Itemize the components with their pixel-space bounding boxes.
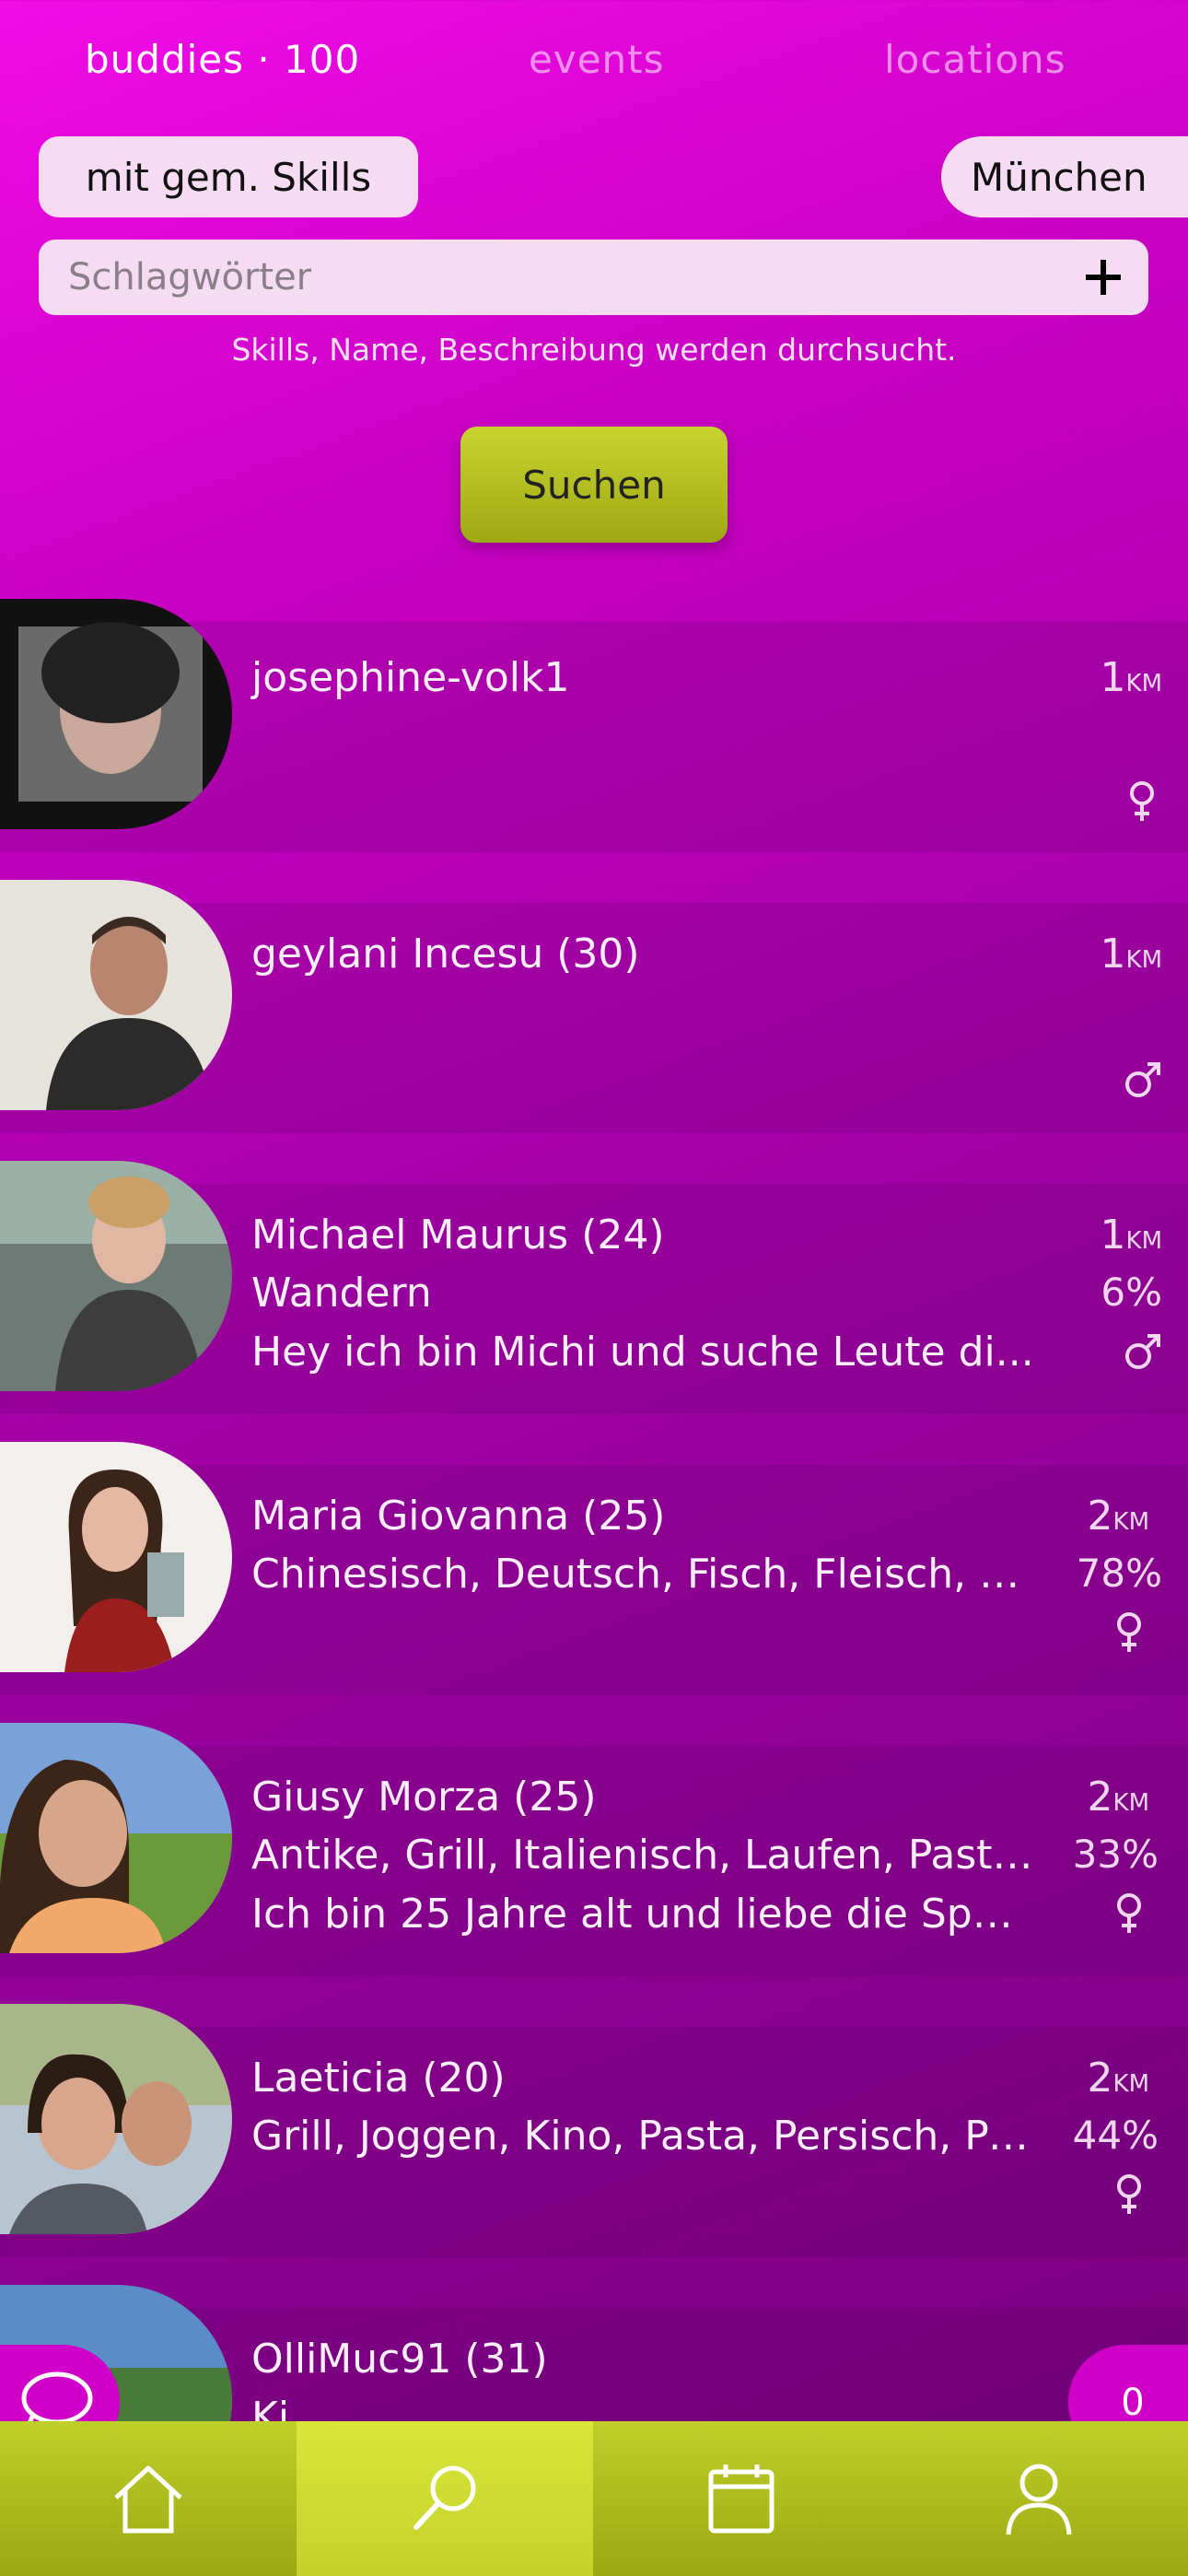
buddy-match: 6% [1101,1270,1162,1315]
nav-home[interactable] [0,2421,297,2576]
avatar [0,880,232,1110]
buddy-distance: 1KM [1100,654,1162,701]
buddy-name: Michael Maurus (24) [251,1212,665,1259]
tab-buddies[interactable]: buddies · 100 [85,37,360,82]
home-icon [114,2465,182,2534]
avatar [0,1442,232,1672]
search-hint: Skills, Name, Beschreibung werden durchs… [231,332,957,368]
list-item[interactable]: Laeticia (20) Grill, Joggen, Kino, Pasta… [0,2004,1188,2257]
top-tabs: buddies · 100 events locations [0,37,1188,101]
search-box [39,240,1148,315]
city-filter-button[interactable]: München [941,136,1188,217]
buddy-distance: 2KM [1087,1493,1149,1540]
female-icon [1117,2174,1141,2214]
buddy-skills: Grill, Joggen, Kino, Pasta, Persisch, Pi… [251,2113,1034,2160]
buddy-match: 78% [1076,1551,1162,1596]
plus-icon[interactable] [1075,249,1132,306]
buddy-name: OlliMuc91 (31) [251,2336,548,2383]
buddy-match: 33% [1072,1832,1159,1877]
buddy-description: Ich bin 25 Jahre alt und liebe die Spa..… [251,1891,1034,1938]
buddy-name: Maria Giovanna (25) [251,1493,666,1540]
avatar [0,2004,232,2234]
nav-search[interactable] [297,2421,593,2576]
avatar [0,1161,232,1391]
list-item[interactable]: geylani Incesu (30) 1KM [0,880,1188,1133]
buddy-distance: 2KM [1087,1774,1149,1821]
search-button[interactable]: Suchen [460,427,728,543]
male-icon [1125,1334,1160,1369]
list-item[interactable]: Michael Maurus (24) Wandern Hey ich bin … [0,1161,1188,1414]
buddy-skills: Wandern [251,1270,432,1317]
list-item[interactable]: Giusy Morza (25) Antike, Grill, Italieni… [0,1723,1188,1976]
tab-locations[interactable]: locations [884,37,1066,82]
list-item[interactable]: Maria Giovanna (25) Chinesisch, Deutsch,… [0,1442,1188,1695]
list-item[interactable]: josephine-volk1 1KM [0,599,1188,852]
buddy-distance: 1KM [1100,931,1162,978]
buddy-description: Hey ich bin Michi und suche Leute di... [251,1329,1034,1376]
buddy-match: 44% [1072,2113,1159,2158]
avatar [0,599,232,829]
buddy-name: Giusy Morza (25) [251,1774,597,1821]
avatar [0,1723,232,1953]
buddy-distance: 1KM [1100,1212,1162,1259]
buddy-name: josephine-volk1 [251,654,570,701]
female-icon [1117,1893,1141,1933]
skills-filter-button[interactable]: mit gem. Skills [39,136,418,217]
nav-calendar[interactable] [593,2421,890,2576]
buddy-skills: Antike, Grill, Italienisch, Laufen, Past… [251,1832,1034,1879]
search-input[interactable] [66,255,1037,299]
buddy-name: Laeticia (20) [251,2055,506,2102]
buddy-name: geylani Incesu (30) [251,931,640,978]
buddy-distance: 2KM [1087,2055,1149,2102]
bottom-nav [0,2421,1188,2576]
male-icon [1125,1062,1160,1097]
search-icon [413,2465,476,2530]
nav-profile[interactable] [890,2421,1188,2576]
calendar-icon [708,2465,775,2534]
profile-icon [1006,2464,1072,2535]
female-icon [1117,1612,1141,1652]
buddy-skills: Chinesisch, Deutsch, Fisch, Fleisch, G..… [251,1551,1034,1598]
female-icon [1130,781,1154,821]
tab-events[interactable]: events [529,37,665,82]
